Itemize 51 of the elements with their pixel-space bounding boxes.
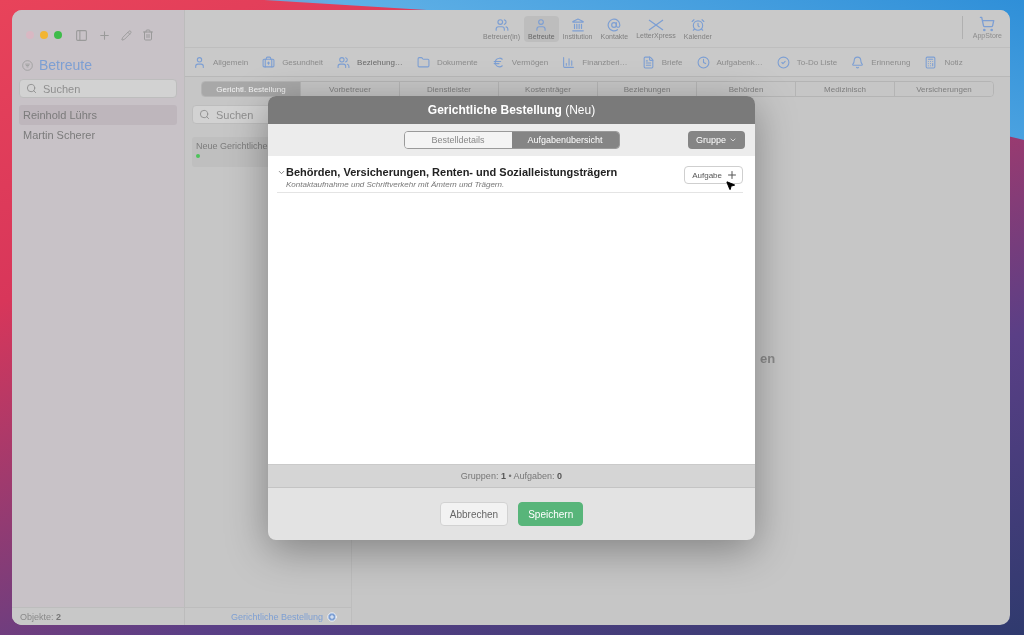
search-icon — [26, 83, 37, 94]
object-count: Objekte: 2 — [12, 607, 184, 625]
person-icon — [193, 55, 206, 69]
sidebar-item[interactable]: Martin Scherer — [19, 125, 177, 145]
edit-icon[interactable] — [121, 29, 132, 41]
summary-text: Gruppen: 1 • Aufgaben: 0 — [268, 464, 755, 488]
group-title: Behörden, Versicherungen, Renten- und Sozialleistungsträgern — [286, 166, 619, 178]
sidebar-item[interactable]: Reinhold Lührs — [19, 105, 177, 125]
delete-icon[interactable] — [142, 29, 154, 41]
traffic-lights-drawing — [25, 30, 65, 40]
cross-arrows-icon — [648, 18, 664, 31]
sidebar-toggle-icon[interactable] — [75, 28, 88, 42]
person-icon — [534, 17, 549, 32]
people-icon — [337, 55, 351, 69]
group-description: Kontaktaufnahme und Schriftverkehr mit Ämtern und Trägern. — [286, 180, 506, 189]
save-button[interactable]: Speichern — [518, 502, 584, 526]
checkmark-icon — [776, 55, 790, 69]
plus-icon[interactable] — [327, 611, 337, 622]
add-task-button[interactable]: Aufgabe — [684, 166, 743, 184]
pointer-icon — [725, 180, 736, 191]
tab[interactable]: Aufgabenübersicht — [511, 132, 619, 148]
segment-tab[interactable]: Versicherungen — [894, 82, 993, 96]
tab[interactable]: Bestelldetails — [404, 132, 512, 148]
people-icon — [494, 17, 509, 32]
alarm-clock-icon — [690, 17, 705, 32]
cart-icon — [979, 16, 996, 32]
plus-icon — [726, 169, 738, 181]
filter-icon[interactable] — [22, 59, 33, 71]
clock-icon — [696, 55, 710, 69]
calculator-icon — [924, 55, 938, 69]
bar-chart-icon — [562, 55, 576, 69]
dialog-title: Gerichtliche Bestellung (Neu) — [427, 103, 596, 117]
add-link[interactable]: Gerichtliche Bestellung — [230, 611, 323, 622]
sidebar-title: Betreute — [39, 57, 92, 73]
document-icon — [641, 55, 655, 69]
category-tab[interactable]: Beziehung… — [337, 55, 403, 69]
chevron-icon[interactable] — [277, 168, 286, 177]
bell-icon — [851, 55, 865, 69]
cancel-button[interactable]: Abbrechen — [439, 502, 509, 526]
chevron-icon — [729, 136, 737, 144]
at-sign-icon — [607, 17, 622, 32]
folder-icon — [416, 55, 430, 69]
placeholder-text: en — [760, 351, 776, 366]
building-icon — [570, 17, 585, 32]
search-field[interactable]: Suchen — [19, 79, 177, 98]
segment-tab[interactable]: Gerichtl. Bestellung — [202, 82, 300, 96]
medical-case-icon — [262, 55, 276, 69]
euro-icon — [491, 55, 505, 69]
search-icon — [199, 109, 210, 120]
add-icon[interactable] — [98, 28, 111, 42]
group-button[interactable]: Gruppe — [687, 131, 745, 149]
